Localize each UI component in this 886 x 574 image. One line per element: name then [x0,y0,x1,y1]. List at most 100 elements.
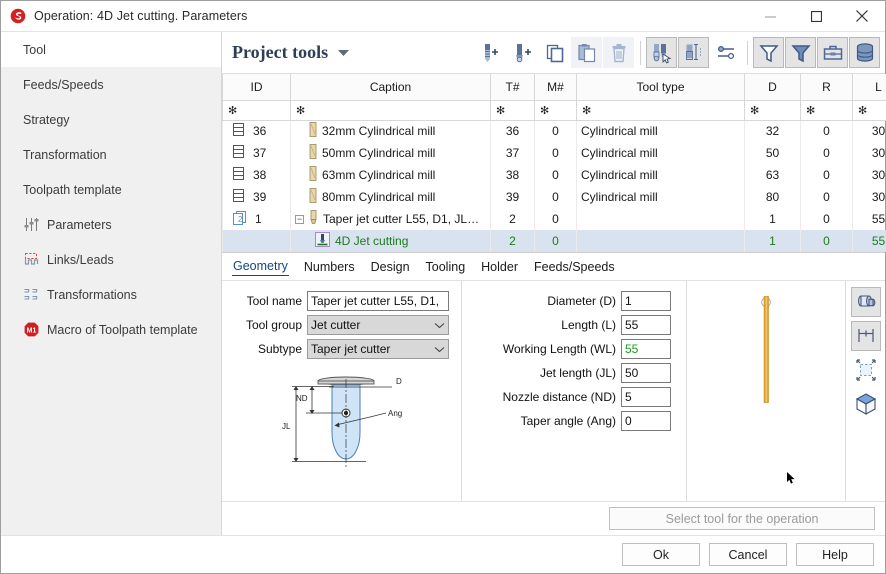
cancel-button[interactable]: Cancel [709,543,787,566]
toolbox-button[interactable] [817,37,849,68]
column-header-d[interactable]: D [744,74,801,101]
column-header-l[interactable]: L [852,74,886,101]
sidebar-item-strategy[interactable]: Strategy [1,102,221,137]
paste-button[interactable] [571,37,603,68]
working-length-field[interactable]: 55 [621,339,671,359]
filter-cell-tooltype[interactable]: ✻ [576,99,745,121]
table-row[interactable]: 2 1 − Taper jet cutter L55, D1, JL… 2 0 … [222,208,886,230]
chevron-down-icon [434,340,445,358]
taper-jet-cutter-diagram: D ND JL Ang [274,373,434,486]
table-row[interactable]: 4D Jet cutting 2 0 1 0 55 [222,230,886,252]
sidebar-item-tool[interactable]: Tool [1,32,221,67]
copy-button[interactable] [539,37,570,68]
view-dimensions-button[interactable] [850,321,881,351]
filter-cell-m[interactable]: ✻ [534,99,577,121]
view-cube-button[interactable] [851,389,881,419]
diameter-field[interactable]: 1 [621,291,671,311]
chevron-down-icon[interactable] [334,44,352,62]
tab-design[interactable]: Design [370,258,411,276]
cell-id-text: 1 [255,212,262,226]
ok-button[interactable]: Ok [622,543,700,566]
tab-feeds-speeds[interactable]: Feeds/Speeds [533,258,616,276]
tool-group-select[interactable]: Jet cutter [307,315,449,335]
filter-button[interactable] [753,37,785,68]
column-header-t[interactable]: T# [490,74,535,101]
tab-geometry[interactable]: Geometry [232,257,289,276]
sidebar-item-label: Tool [23,42,46,57]
length-field[interactable]: 55 [621,315,671,335]
working-length-row: Working Length (WL) 55 [462,339,686,359]
tab-holder[interactable]: Holder [480,258,519,276]
filter-cell-caption[interactable]: ✻ [290,99,491,121]
database-button[interactable] [849,37,881,68]
select-tool-button[interactable] [646,37,678,68]
cell-caption-text: 63mm Cylindrical mill [322,168,436,182]
maximize-button[interactable] [793,1,839,32]
select-tool-for-operation-button[interactable]: Select tool for the operation [609,507,876,530]
diameter-label: Diameter (D) [547,294,616,308]
column-header-r[interactable]: R [800,74,853,101]
jet-cutter-icon [309,210,318,228]
sidebar-item-label: Macro of Toolpath template [47,322,198,337]
sidebar-item-feeds-speeds[interactable]: Feeds/Speeds [1,67,221,102]
sidebar-item-macro-of-toolpath-template[interactable]: M1 Macro of Toolpath template [1,312,221,347]
table-row[interactable]: 39 80mm Cylindrical mill 39 0 Cylindrica… [222,186,886,208]
sidebar-item-transformations[interactable]: Transformations [1,277,221,312]
table-row[interactable]: 37 50mm Cylindrical mill 37 0 Cylindrica… [222,142,886,164]
column-header-id[interactable]: ID [222,74,291,101]
sidebar-item-toolpath-template[interactable]: Toolpath template [1,172,221,207]
sidebar-item-label: Transformation [23,147,107,162]
tool-record-icon [233,123,244,139]
column-header-caption[interactable]: Caption [290,74,491,101]
working-length-label: Working Length (WL) [502,342,616,356]
add-assembly-button[interactable] [507,37,538,68]
filter-cell-l[interactable]: ✻ [852,99,886,121]
sidebar-item-links-leads[interactable]: Links/Leads [1,242,221,277]
tools-table: ID Caption T# M# Tool type D R L ✻ ✻ ✻ ✻… [222,74,886,253]
cylindrical-mill-icon [309,188,317,206]
tool-settings-button[interactable] [710,37,741,68]
cell-d: 63 [744,164,801,186]
collapse-toggle[interactable]: − [295,214,304,224]
sidebar-item-transformation[interactable]: Transformation [1,137,221,172]
chevron-down-icon [434,316,445,334]
help-button[interactable]: Help [796,543,874,566]
subtype-select[interactable]: Taper jet cutter [307,339,449,359]
column-header-m[interactable]: M# [534,74,577,101]
cell-caption-text: 50mm Cylindrical mill [322,146,436,160]
tool-record-icon [233,189,244,205]
tab-tooling[interactable]: Tooling [425,258,467,276]
table-filter-row[interactable]: ✻ ✻ ✻ ✻ ✻ ✻ ✻ ✻ ✻ [222,99,886,121]
delete-button[interactable] [603,37,635,68]
sidebar-item-parameters[interactable]: Parameters [1,207,221,242]
tool-name-input[interactable]: Taper jet cutter L55, D1, [307,291,449,311]
fit-to-view-button[interactable] [851,355,881,385]
filter-cell-d[interactable]: ✻ [744,99,801,121]
filter-cell-r[interactable]: ✻ [800,99,853,121]
nozzle-distance-field[interactable]: 5 [621,387,671,407]
jet-length-field[interactable]: 50 [621,363,671,383]
cell-id: 2 1 [222,208,291,230]
view-3d-solid-button[interactable] [850,287,881,317]
panel-title: Project tools [232,42,329,62]
close-button[interactable] [839,1,885,32]
minimize-button[interactable] [747,1,793,32]
column-header-tooltype[interactable]: Tool type [576,74,745,101]
length-row: Length (L) 55 [462,315,686,335]
subtype-row: Subtype Taper jet cutter [222,339,461,359]
cell-id: 39 [222,186,291,208]
table-row[interactable]: 38 63mm Cylindrical mill 38 0 Cylindrica… [222,164,886,186]
tab-numbers[interactable]: Numbers [303,258,356,276]
sidebar-item-label: Parameters [47,217,112,232]
filter-cell-id[interactable]: ✻ [222,99,291,121]
taper-angle-field[interactable]: 0 [621,411,671,431]
add-tool-button[interactable] [475,37,506,68]
tool-preview-pane[interactable] [687,281,846,501]
table-row[interactable]: 36 32mm Cylindrical mill 36 0 Cylindrica… [222,120,886,142]
cell-r: 0 [800,142,853,164]
filter-cell-t[interactable]: ✻ [490,99,535,121]
measure-tool-button[interactable] [678,37,710,68]
diagram-label-ang: Ang [388,409,402,418]
filter-applied-button[interactable] [785,37,817,68]
sidebar-item-label: Transformations [47,287,137,302]
